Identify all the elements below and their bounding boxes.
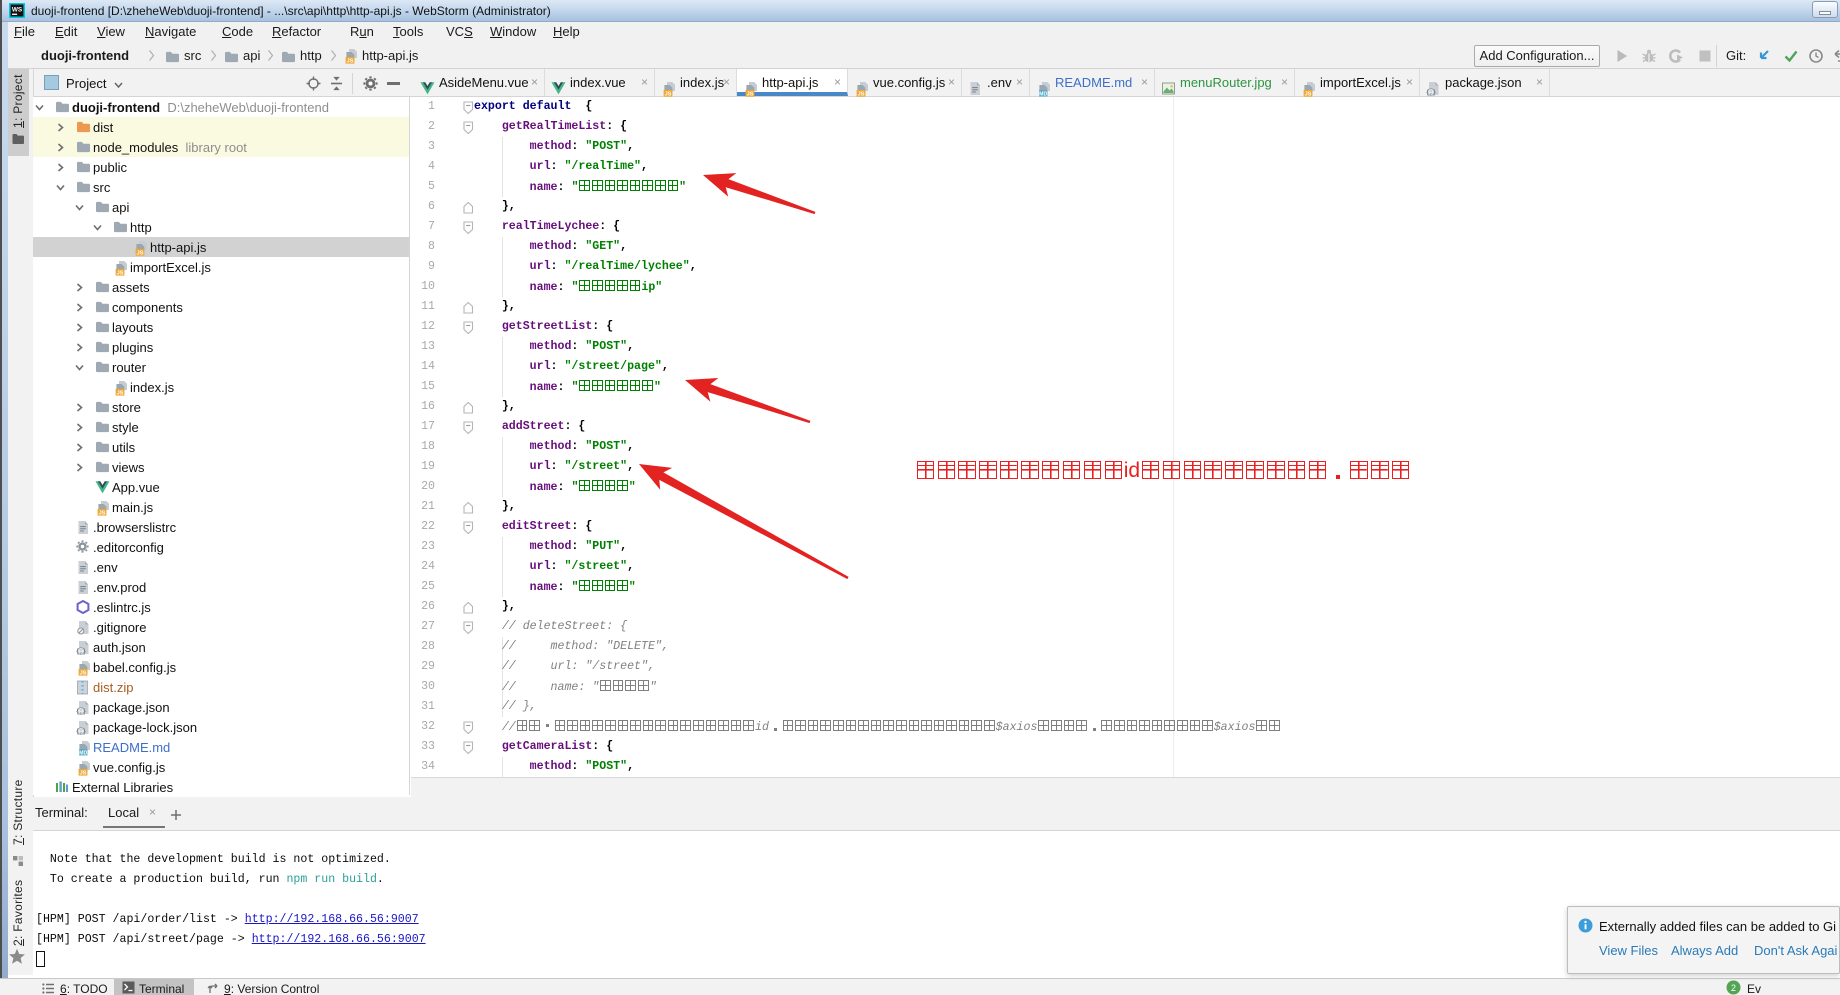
svg-text:JS: JS [79, 671, 86, 676]
svg-text:JS: JS [79, 771, 86, 776]
svg-text:{;}: {;} [76, 708, 86, 715]
svg-text:JS: JS [346, 59, 353, 64]
svg-text:{;}: {;} [76, 728, 86, 735]
svg-text:{;}: {;} [76, 648, 86, 655]
svg-text:JS: JS [116, 391, 123, 396]
svg-text:WS: WS [12, 7, 23, 14]
svg-text:JS: JS [136, 251, 143, 256]
svg-text:JS: JS [98, 511, 105, 516]
svg-text:MD: MD [79, 750, 87, 756]
svg-text:JS: JS [116, 271, 123, 276]
svg-text:2: 2 [1731, 983, 1736, 993]
svg-text:{;}: {;} [1426, 89, 1436, 96]
